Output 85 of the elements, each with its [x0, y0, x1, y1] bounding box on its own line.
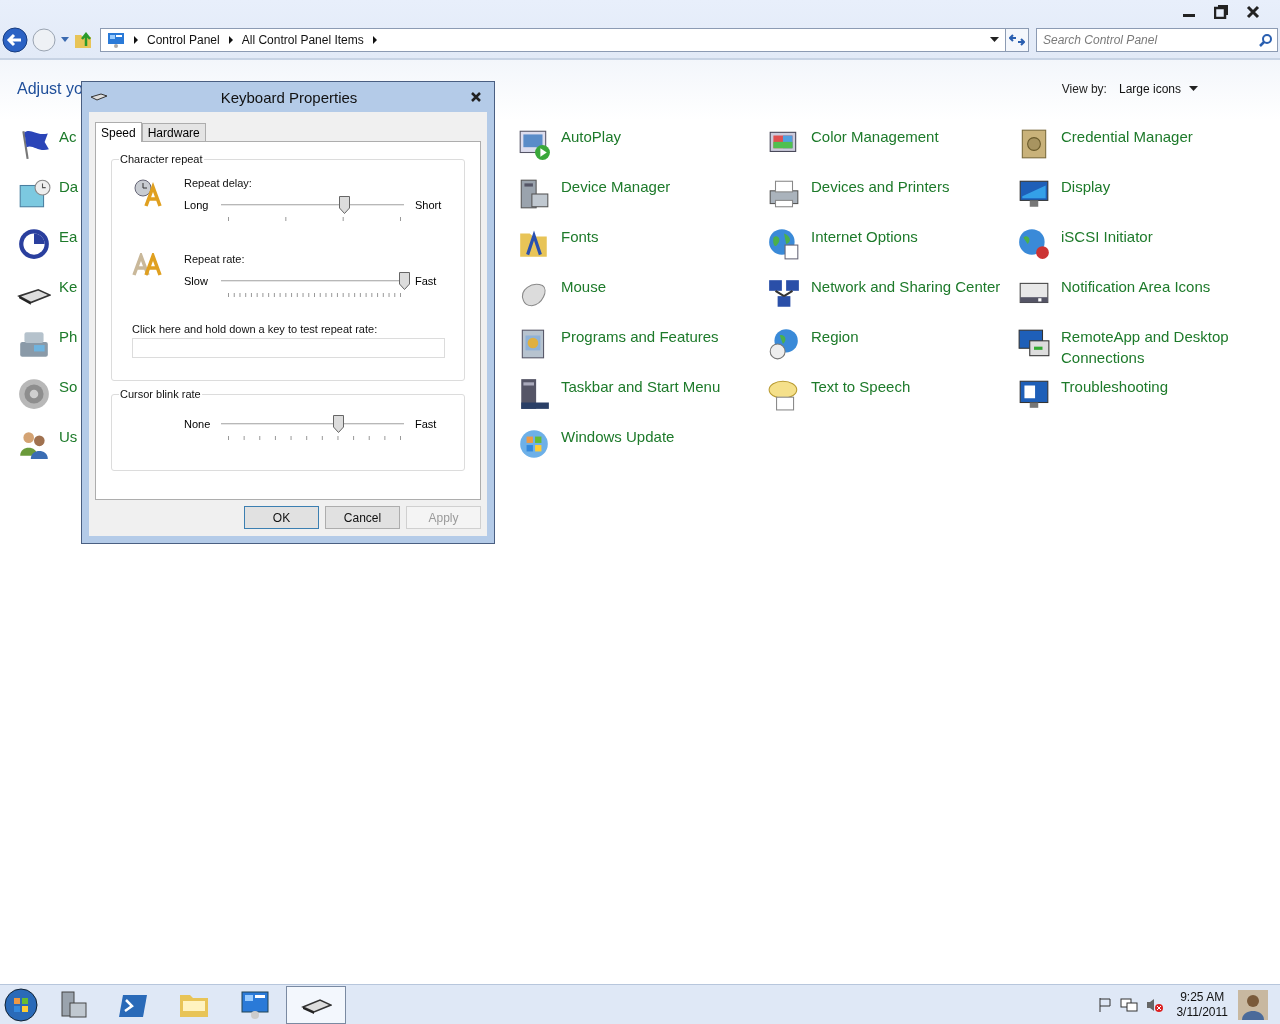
speaker-muted-icon[interactable] [1146, 996, 1165, 1013]
address-bar[interactable]: Control Panel All Control Panel Items [100, 28, 1006, 52]
breadcrumb[interactable]: All Control Panel Items [241, 33, 364, 47]
globe-icon[interactable] [767, 227, 801, 261]
taskbar-button[interactable] [286, 985, 346, 1024]
clock-date[interactable]: 3/11/2011 [1176, 1004, 1228, 1020]
breadcrumb[interactable]: Control Panel [147, 33, 220, 47]
control-panel-link[interactable]: Taskbar and Start Menu [561, 376, 721, 397]
control-panel-link[interactable]: Ph [59, 326, 78, 347]
clock-letter-icon [132, 177, 164, 207]
control-panel-link[interactable]: Da [59, 176, 79, 197]
control-panel-link[interactable]: Text to Speech [811, 376, 911, 397]
slider-min-label: None [184, 418, 212, 430]
slider-max-label: Fast [415, 418, 437, 430]
control-panel-link[interactable]: Network and Sharing Center [811, 276, 1001, 297]
control-panel-link[interactable]: AutoPlay [561, 126, 622, 147]
control-panel-link[interactable]: Device Manager [561, 176, 671, 197]
close-icon[interactable] [1246, 5, 1260, 19]
field-label: Click here and hold down a key to test repeat rate: [132, 323, 379, 335]
control-panel-link[interactable]: Mouse [561, 276, 607, 297]
view-by-label: View by: [1061, 82, 1107, 96]
slider-min-label: Long [184, 199, 210, 211]
control-panel-link[interactable]: Internet Options [811, 226, 918, 247]
chevron-icon[interactable] [227, 36, 234, 44]
slider-max-label: Fast [415, 275, 437, 287]
view-by-dropdown[interactable]: Large icons [1118, 82, 1198, 96]
control-panel-link[interactable]: Display [1061, 176, 1111, 197]
group-title: Character repeat [119, 153, 204, 165]
control-panel-link[interactable]: Programs and Features [561, 326, 719, 347]
network-icon[interactable] [1120, 996, 1139, 1013]
globe-icon[interactable] [1017, 227, 1051, 261]
slider-thumb[interactable] [338, 196, 350, 214]
control-panel-link[interactable]: Ke [59, 276, 78, 297]
dialog-title: Keyboard Properties [219, 88, 359, 106]
update-icon[interactable] [517, 427, 551, 461]
control-panel-link[interactable]: Ea [59, 226, 78, 247]
control-panel-link[interactable]: Notification Area Icons [1061, 276, 1211, 297]
control-panel-link[interactable]: Fonts [561, 226, 599, 247]
control-panel-link[interactable]: Color Management [811, 126, 939, 147]
caret-icon [1189, 86, 1198, 92]
control-panel-link[interactable]: RemoteApp and Desktop Connections [1061, 326, 1251, 368]
speaker-icon[interactable] [17, 377, 51, 411]
control-panel-icon [107, 32, 125, 48]
flag-icon[interactable] [1098, 996, 1113, 1013]
control-panel-link[interactable]: Troubleshooting [1061, 376, 1168, 397]
accessibility-icon[interactable] [17, 227, 51, 261]
slider-label: Repeat rate: [184, 253, 246, 267]
close-icon[interactable] [470, 91, 482, 103]
back-button[interactable] [2, 27, 28, 53]
chevron-icon[interactable] [133, 36, 139, 44]
globe-clock-icon[interactable] [767, 327, 801, 361]
control-panel-link[interactable]: So [59, 376, 78, 397]
chevron-icon[interactable] [371, 36, 378, 44]
control-panel-link[interactable]: Windows Update [561, 426, 675, 447]
up-folder-icon[interactable] [73, 30, 93, 50]
history-dropdown-icon[interactable] [60, 36, 70, 44]
control-panel-link[interactable]: Devices and Printers [811, 176, 950, 197]
dialog-button[interactable]: Cancel [325, 506, 400, 529]
slider-thumb[interactable] [399, 272, 410, 290]
clock-time[interactable]: 9:25 AM [1180, 989, 1225, 1005]
control-panel-icon [239, 988, 271, 1021]
refresh-icon [1009, 33, 1025, 47]
restore-icon[interactable] [1214, 5, 1228, 19]
slider-thumb[interactable] [333, 415, 345, 433]
refresh-button[interactable] [1006, 28, 1029, 52]
keyboard-icon [90, 92, 108, 102]
user-avatar-icon[interactable] [1238, 989, 1268, 1020]
slider-max-label: Short [415, 199, 442, 211]
start-button[interactable] [4, 987, 38, 1022]
search-icon[interactable] [1259, 33, 1273, 47]
control-panel-link[interactable]: Region [811, 326, 859, 347]
control-panel-link[interactable]: Ac [59, 126, 77, 147]
test-input-field[interactable] [132, 338, 445, 358]
control-panel-link[interactable]: Credential Manager [1061, 126, 1193, 147]
control-panel-link[interactable]: Us [59, 426, 78, 447]
slider-label: Repeat delay: [184, 177, 253, 191]
letters-icon [132, 253, 164, 277]
tab[interactable]: Speed [95, 122, 142, 142]
group-title: Cursor blink rate [119, 388, 202, 400]
dialog-button[interactable]: OK [244, 506, 319, 529]
control-panel-link[interactable]: iSCSI Initiator [1061, 226, 1153, 247]
search-field[interactable]: Search Control Panel [1036, 28, 1278, 52]
tab[interactable]: Hardware [141, 123, 206, 141]
slider-min-label: Slow [184, 275, 209, 287]
dropdown-icon[interactable] [990, 37, 999, 43]
